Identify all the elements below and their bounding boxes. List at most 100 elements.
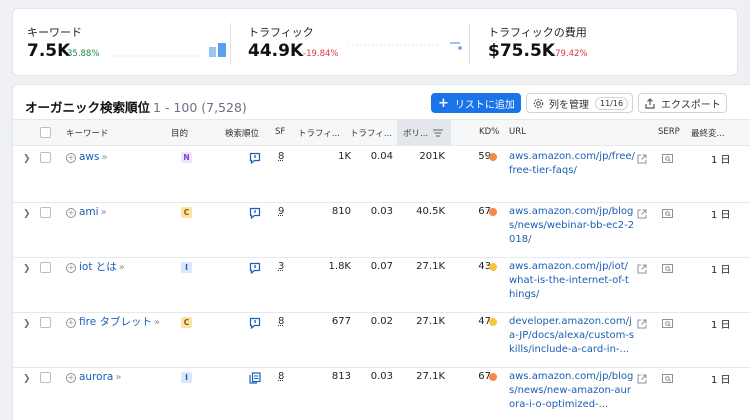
add-keyword-icon[interactable]: + [66, 263, 76, 273]
row-checkbox[interactable] [40, 317, 51, 328]
manage-columns-button[interactable]: 列を管理 11/16 [526, 93, 633, 113]
table-row: ❯ + iot とは» I 3 1.8K 0.07 27.1K 43 aws.amazon.com… [13, 258, 750, 313]
intent-badge[interactable]: I [181, 262, 192, 273]
url-link[interactable]: aws.amazon.com/jp/blogs/news/webinar-bb-… [509, 205, 635, 247]
add-keyword-icon[interactable]: + [66, 373, 76, 383]
col-traffic-pct[interactable]: トラフィ... [350, 127, 392, 139]
col-sf[interactable]: SF [275, 127, 285, 137]
sort-icon[interactable] [433, 129, 443, 137]
row-checkbox[interactable] [40, 152, 51, 163]
sf-count[interactable]: 9 [278, 206, 284, 217]
kd-dot [489, 263, 497, 271]
serp-snapshot-icon[interactable] [662, 149, 673, 168]
sf-count[interactable]: 3 [278, 261, 284, 272]
last-updated-value: 1 日 [711, 210, 731, 221]
row-checkbox[interactable] [40, 207, 51, 218]
row-checkbox[interactable] [40, 372, 51, 383]
metric-change: -19.84% [303, 49, 339, 59]
result-range: 1 - 100 (7,528) [153, 100, 247, 115]
traffic-pct-value: 0.02 [370, 316, 393, 327]
expand-row-icon[interactable]: ❯ [23, 209, 31, 219]
keyword-details-icon[interactable]: » [101, 207, 107, 218]
columns-count-badge: 11/16 [595, 96, 629, 110]
kd-value: 67 [478, 371, 491, 382]
expand-row-icon[interactable]: ❯ [23, 374, 31, 384]
keyword-details-icon[interactable]: » [119, 262, 125, 273]
traffic-value: 677 [331, 316, 351, 327]
featured-snippet-icon[interactable] [249, 259, 261, 278]
url-link[interactable]: aws.amazon.com/jp/blogs/news/new-amazon-… [509, 370, 635, 412]
keyword-link[interactable]: aurora [79, 371, 113, 383]
volume-value: 201K [419, 151, 445, 162]
col-serp[interactable]: SERP [658, 127, 680, 137]
col-volume[interactable]: ボリ... [403, 127, 428, 139]
external-link-icon[interactable] [637, 259, 647, 278]
export-icon [645, 97, 655, 109]
external-link-icon[interactable] [637, 314, 647, 333]
url-link[interactable]: aws.amazon.com/jp/iot/what-is-the-intern… [509, 260, 635, 302]
col-position[interactable]: 検索順位 [225, 127, 259, 139]
expand-row-icon[interactable]: ❯ [23, 319, 31, 329]
col-traffic[interactable]: トラフィ... [298, 127, 340, 139]
sf-count[interactable]: 8 [278, 371, 284, 382]
keyword-cell: + aws» [66, 150, 172, 165]
metric-traffic: トラフィック 44.9K -19.84% [248, 9, 462, 77]
sf-count[interactable]: 8 [278, 151, 284, 162]
kd-value: 47 [478, 316, 491, 327]
intent-badge[interactable]: N [181, 152, 192, 163]
kd-dot [489, 318, 497, 326]
expand-row-icon[interactable]: ❯ [23, 264, 31, 274]
table-row: ❯ + aws» N 8 1K 0.04 201K 59 aws.amazon.com/jp/fr… [13, 148, 750, 203]
keyword-details-icon[interactable]: » [154, 317, 160, 328]
keyword-link[interactable]: iot とは [79, 261, 117, 273]
kd-dot [489, 208, 497, 216]
metric-value: 44.9K [248, 41, 304, 61]
add-keyword-icon[interactable]: + [66, 153, 76, 163]
serp-snapshot-icon[interactable] [662, 369, 673, 388]
row-checkbox[interactable] [40, 262, 51, 273]
col-intent[interactable]: 目的 [171, 127, 188, 139]
external-link-icon[interactable] [637, 149, 647, 168]
keyword-link[interactable]: aws [79, 151, 100, 163]
sf-count[interactable]: 8 [278, 316, 284, 327]
add-keyword-icon[interactable]: + [66, 318, 76, 328]
serp-snapshot-icon[interactable] [662, 204, 673, 223]
traffic-value: 1.8K [328, 261, 351, 272]
url-link[interactable]: developer.amazon.com/ja-JP/docs/alexa/cu… [509, 315, 635, 357]
keyword-details-icon[interactable]: » [115, 372, 121, 383]
intent-badge[interactable]: C [181, 317, 192, 328]
metrics-divider [469, 23, 470, 65]
serp-snapshot-icon[interactable] [662, 259, 673, 278]
metric-change: 35.88% [67, 49, 100, 59]
plus-icon: + [438, 95, 449, 111]
copy-pages-icon[interactable] [249, 369, 261, 388]
metrics-divider [230, 23, 231, 65]
export-button[interactable]: エクスポート [638, 93, 727, 113]
add-keyword-icon[interactable]: + [66, 208, 76, 218]
serp-snapshot-icon[interactable] [662, 314, 673, 333]
col-url[interactable]: URL [509, 127, 526, 137]
url-link[interactable]: aws.amazon.com/jp/free/free-tier-faqs/ [509, 150, 635, 178]
keyword-details-icon[interactable]: » [102, 152, 108, 163]
volume-value: 40.5K [416, 206, 445, 217]
traffic-value: 810 [331, 206, 351, 217]
keyword-link[interactable]: fire タブレット [79, 316, 152, 328]
select-all-checkbox[interactable] [40, 127, 51, 138]
col-kd[interactable]: KD% [479, 127, 499, 137]
featured-snippet-icon[interactable] [249, 314, 261, 333]
featured-snippet-icon[interactable] [249, 149, 261, 168]
expand-row-icon[interactable]: ❯ [23, 154, 31, 164]
keyword-link[interactable]: ami [79, 206, 99, 218]
add-to-list-button[interactable]: + リストに追加 [431, 93, 521, 113]
intent-badge[interactable]: C [181, 207, 192, 218]
featured-snippet-icon[interactable] [249, 204, 261, 223]
col-last-updated[interactable]: 最終変... [691, 127, 725, 139]
metric-label: トラフィック [248, 26, 314, 39]
intent-badge[interactable]: I [181, 372, 192, 383]
external-link-icon[interactable] [637, 369, 647, 388]
traffic-pct-value: 0.03 [370, 206, 393, 217]
metric-traffic-cost: トラフィックの費用 $75.5K -79.42% [488, 9, 688, 77]
col-keyword[interactable]: キーワード [66, 127, 109, 139]
external-link-icon[interactable] [637, 204, 647, 223]
keyword-cell: + aurora» [66, 370, 172, 385]
